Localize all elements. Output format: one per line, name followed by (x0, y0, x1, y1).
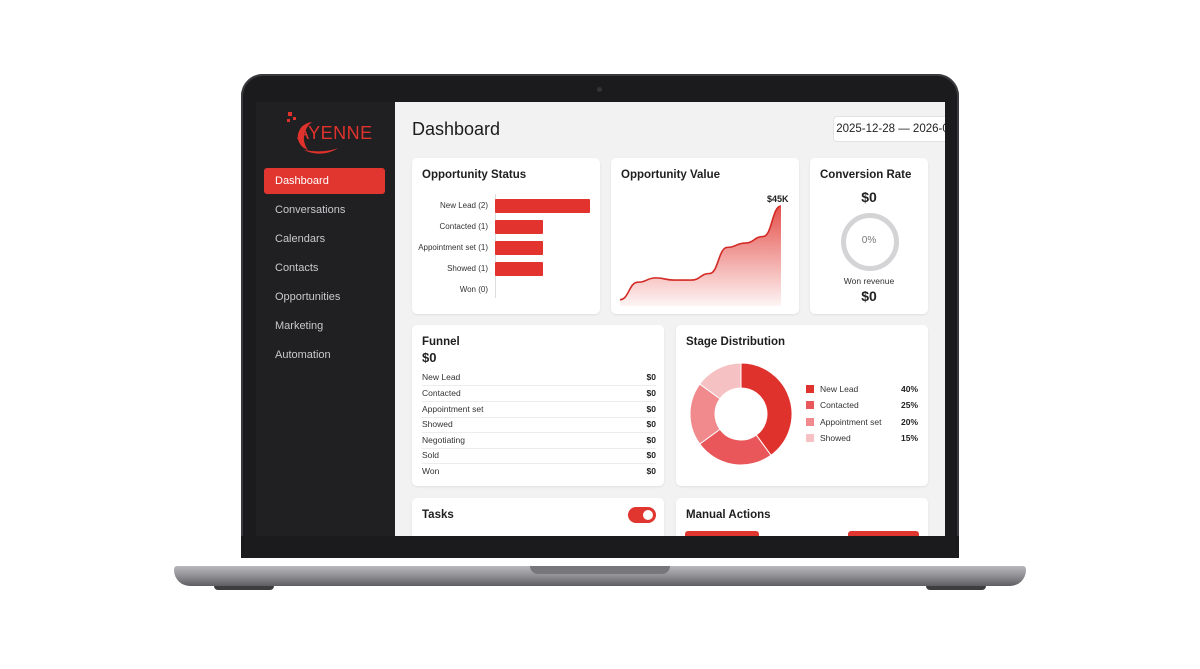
funnel-row: Showed $0 (422, 417, 656, 433)
sidebar-nav: Dashboard Conversations Calendars Contac… (264, 168, 385, 371)
funnel-row: Negotiating $0 (422, 433, 656, 449)
stage-distribution-title: Stage Distribution (686, 336, 786, 348)
funnel-row-label: Negotiating (422, 435, 466, 445)
opportunity-status-card: Opportunity Status New Lead (2) Contacte… (412, 158, 600, 314)
opportunity-status-title: Opportunity Status (422, 169, 527, 181)
bar-row: Contacted (1) (412, 220, 592, 234)
camera (597, 87, 602, 92)
laptop-bezel (241, 536, 959, 558)
funnel-row-value: $0 (646, 372, 656, 382)
date-range-picker[interactable]: 2025-12-28 — 2026-01-27 (833, 116, 945, 142)
bar-row: Won (0) (412, 283, 592, 297)
legend-label: Showed (820, 433, 851, 443)
main-content: Dashboard 2025-12-28 — 2026-01-27 Opport… (395, 102, 945, 536)
manual-action-button-right[interactable] (848, 531, 919, 536)
bar (495, 241, 543, 255)
tasks-toggle[interactable] (628, 507, 656, 523)
bar-label: Appointment set (1) (418, 243, 488, 252)
funnel-row: New Lead $0 (422, 370, 656, 386)
won-revenue-label: Won revenue (843, 276, 895, 286)
tasks-title: Tasks (422, 509, 454, 521)
sidebar-item-automation[interactable]: Automation (264, 342, 385, 368)
bar (495, 220, 543, 234)
manual-actions-title: Manual Actions (686, 509, 771, 521)
legend-item: New Lead 40% (806, 382, 918, 396)
funnel-row-value: $0 (646, 419, 656, 429)
funnel-row: Sold $0 (422, 448, 656, 464)
funnel-row: Contacted $0 (422, 386, 656, 402)
sidebar-item-contacts[interactable]: Contacts (264, 255, 385, 281)
bar-row: New Lead (2) (412, 199, 592, 213)
manual-action-button-left[interactable] (685, 531, 759, 536)
legend-percent: 20% (900, 417, 918, 427)
laptop-notch (530, 566, 670, 574)
bar-label: New Lead (2) (439, 201, 488, 210)
sidebar-item-conversations[interactable]: Conversations (264, 197, 385, 223)
logo-text: AYENNE (297, 123, 373, 143)
legend-swatch (806, 434, 814, 442)
legend-swatch (806, 385, 814, 393)
legend-item: Showed 15% (806, 431, 918, 445)
bar-label: Won (0) (459, 285, 488, 294)
funnel-row-label: Won (422, 466, 440, 476)
laptop-foot-right (926, 586, 986, 590)
funnel-row-value: $0 (646, 435, 656, 445)
legend-swatch (806, 418, 814, 426)
sidebar-item-marketing[interactable]: Marketing (264, 313, 385, 339)
bar-label: Contacted (1) (439, 222, 488, 231)
bar-row: Appointment set (1) (412, 241, 592, 255)
legend-percent: 40% (900, 384, 918, 394)
funnel-row-label: Contacted (422, 388, 461, 398)
conversion-rate-card: Conversion Rate $0 0% Won revenue $0 (810, 158, 928, 314)
legend-item: Appointment set 20% (806, 415, 918, 429)
stage-distribution-donut (689, 362, 793, 466)
legend-label: New Lead (820, 384, 859, 394)
funnel-row-label: Showed (422, 419, 453, 429)
tasks-card: Tasks (412, 498, 664, 536)
page-title: Dashboard (412, 119, 501, 139)
bar (495, 262, 543, 276)
funnel-row-value: $0 (646, 466, 656, 476)
legend-label: Appointment set (820, 417, 882, 427)
funnel-row-label: Sold (422, 450, 440, 460)
laptop-foot-left (214, 586, 274, 590)
opportunity-value-chart (619, 205, 782, 306)
legend-label: Contacted (820, 400, 859, 410)
opportunity-value-area (620, 206, 781, 306)
toggle-knob (643, 510, 653, 520)
legend-percent: 25% (900, 400, 918, 410)
bar-label: Showed (1) (447, 264, 488, 273)
funnel-card: Funnel $0 New Lead $0 Contacted $0 Appoint… (412, 325, 664, 486)
sidebar-item-dashboard[interactable]: Dashboard (264, 168, 385, 194)
sidebar: AYENNE Dashboard Conversations Calendars… (256, 102, 395, 536)
won-revenue-value: $0 (861, 288, 877, 304)
screen: AYENNE Dashboard Conversations Calendars… (256, 102, 945, 536)
legend-swatch (806, 401, 814, 409)
conversion-rate-value: $0 (861, 189, 877, 205)
stage-distribution-card: Stage Distribution New Lead 40% Contacte… (676, 325, 928, 486)
manual-actions-card: Manual Actions (676, 498, 928, 536)
opportunity-value-card: Opportunity Value $45K (611, 158, 799, 314)
funnel-row-label: New Lead (422, 372, 461, 382)
funnel-row-value: $0 (646, 404, 656, 414)
funnel-row-value: $0 (646, 388, 656, 398)
sidebar-item-calendars[interactable]: Calendars (264, 226, 385, 252)
sidebar-item-opportunities[interactable]: Opportunities (264, 284, 385, 310)
funnel-row: Appointment set $0 (422, 402, 656, 418)
legend-percent: 15% (900, 433, 918, 443)
conversion-rate-title: Conversion Rate (820, 169, 912, 181)
funnel-row-label: Appointment set (422, 404, 484, 414)
bar (495, 199, 590, 213)
conversion-percent: 0% (861, 235, 877, 246)
funnel-row: Won $0 (422, 464, 656, 479)
funnel-row-value: $0 (646, 450, 656, 460)
funnel-title: Funnel (422, 336, 460, 348)
legend-item: Contacted 25% (806, 398, 918, 412)
funnel-total: $0 (422, 350, 437, 365)
bar-row: Showed (1) (412, 262, 592, 276)
